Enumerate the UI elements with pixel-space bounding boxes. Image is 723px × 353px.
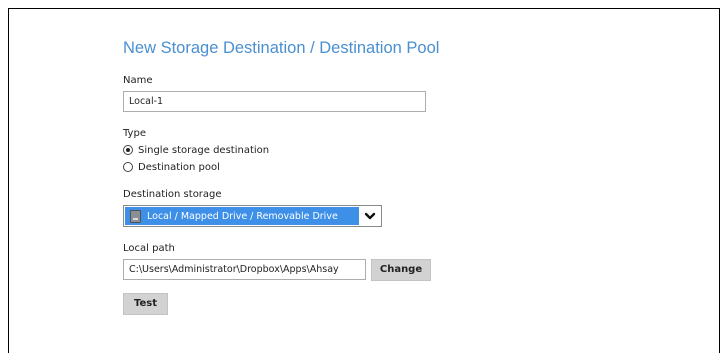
dialog-frame xyxy=(8,8,720,353)
local-path-input[interactable]: C:\Users\Administrator\Dropbox\Apps\Ahsa… xyxy=(123,259,366,280)
test-button[interactable]: Test xyxy=(123,293,168,315)
destination-storage-selected[interactable]: Local / Mapped Drive / Removable Drive xyxy=(125,207,359,225)
chevron-down-icon[interactable] xyxy=(364,210,376,222)
radio-single-storage-label: Single storage destination xyxy=(138,144,270,156)
radio-destination-pool[interactable]: Destination pool xyxy=(123,160,220,174)
destination-storage-label: Destination storage xyxy=(123,189,222,200)
destination-storage-value: Local / Mapped Drive / Removable Drive xyxy=(147,210,338,222)
change-button[interactable]: Change xyxy=(371,259,431,281)
destination-storage-select[interactable]: Local / Mapped Drive / Removable Drive xyxy=(123,205,382,227)
page-title: New Storage Destination / Destination Po… xyxy=(123,39,440,57)
radio-single-storage[interactable]: Single storage destination xyxy=(123,143,269,157)
type-label: Type xyxy=(123,128,146,139)
name-label: Name xyxy=(123,75,153,86)
local-path-label: Local path xyxy=(123,243,175,254)
radio-destination-pool-label: Destination pool xyxy=(138,161,220,173)
radio-button-unchecked[interactable] xyxy=(123,162,133,172)
radio-button-checked[interactable] xyxy=(123,145,133,155)
name-input[interactable]: Local-1 xyxy=(123,91,426,112)
hard-drive-icon xyxy=(130,209,141,223)
